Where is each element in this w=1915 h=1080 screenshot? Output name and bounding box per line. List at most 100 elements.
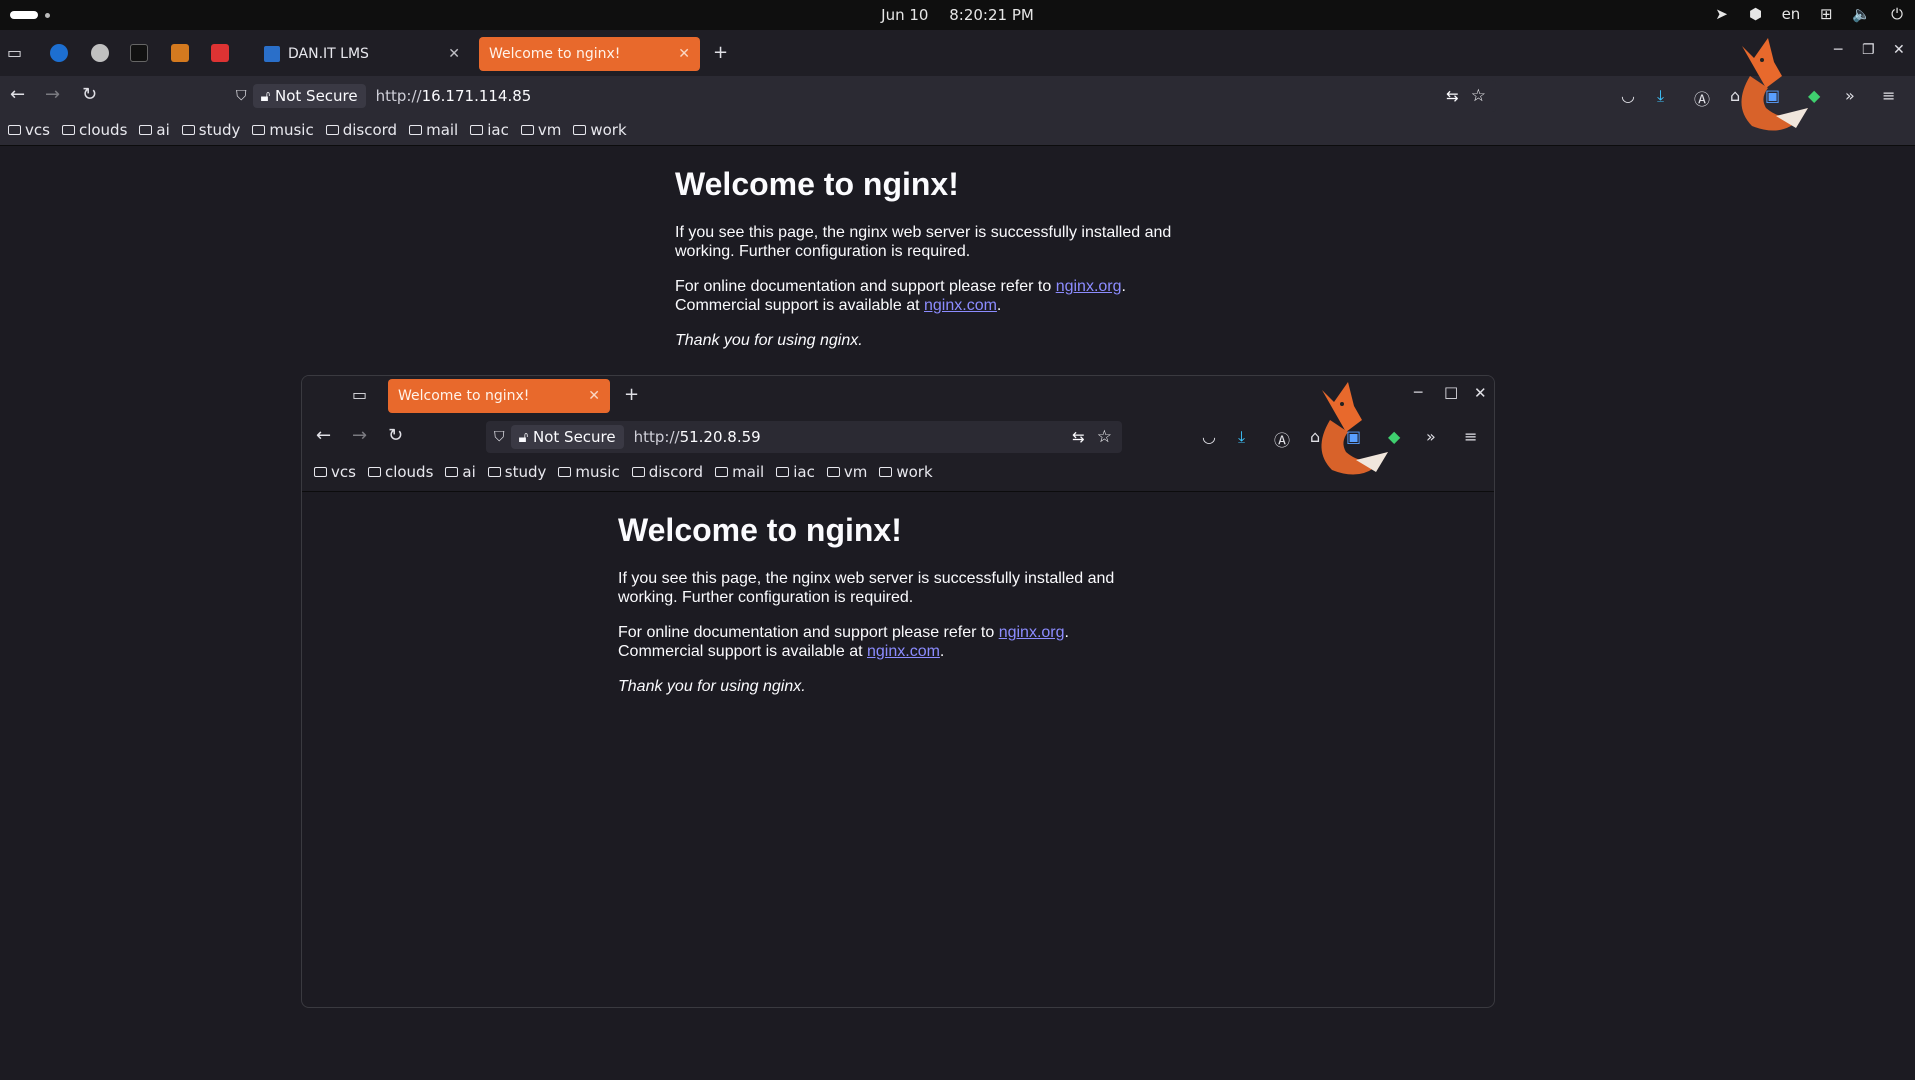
outer-url-bar[interactable]: ⛉ 🔓︎ Not Secure http://16.171.114.85 ⇆ ☆ [226,80,1496,112]
inner-url-bar[interactable]: ⛉ 🔓︎ Not Secure http://51.20.8.59 ⇆ ☆ [486,421,1122,453]
bookmark-star-icon[interactable]: ☆ [1097,427,1112,447]
bookmark-folder[interactable]: clouds [61,121,128,139]
hamburger-menu-icon[interactable]: ≡ [1464,427,1477,446]
bookmark-label: music [575,463,620,481]
nginx-org-link[interactable]: nginx.org [1056,278,1122,295]
pinned-tab-notion-icon[interactable] [130,44,148,62]
bookmark-folder[interactable]: clouds [367,463,433,481]
downloads-icon[interactable]: ⤓ [1238,427,1245,447]
forward-icon[interactable]: → [352,425,367,446]
nginx-com-link[interactable]: nginx.com [867,643,940,660]
new-tab-button[interactable]: + [624,384,639,405]
minimize-icon[interactable]: ─ [1414,385,1422,401]
not-secure-badge[interactable]: 🔓︎ Not Secure [252,84,366,108]
tab-overview-icon[interactable]: ▭ [352,385,367,404]
overflow-menu-icon[interactable]: » [1426,427,1436,446]
bookmark-folder[interactable]: work [879,463,933,481]
close-icon[interactable]: ✕ [678,46,690,62]
bookmark-label: study [504,463,547,481]
bookmark-folder[interactable]: work [573,121,627,139]
new-tab-button[interactable]: + [713,42,728,63]
vpn-icon[interactable]: ⬢ [1748,5,1764,23]
bookmark-label: vm [843,463,868,481]
close-window-icon[interactable]: ✕ [1474,384,1487,402]
hamburger-menu-icon[interactable]: ≡ [1882,86,1895,105]
page-title: Welcome to nginx! [675,166,959,202]
nginx-com-link[interactable]: nginx.com [924,297,997,314]
bookmark-folder[interactable]: vm [826,463,868,481]
bookmark-folder[interactable]: music [558,463,620,481]
thanks-paragraph: Thank you for using nginx. [618,677,1158,696]
bookmark-label: music [269,121,314,139]
tab-dan-it-lms[interactable]: DAN.IT LMS ✕ [254,37,470,71]
url-text[interactable]: http://16.171.114.85 [376,87,532,105]
pinned-tab-youtube-icon[interactable] [211,44,229,62]
inner-browser-window: ▭ Welcome to nginx! ✕ + ─ □ ✕ ← → ↻ ⛉ 🔓︎… [301,375,1495,1008]
bookmark-label: mail [732,463,765,481]
bookmark-folder[interactable]: study [181,121,240,139]
pinned-tab-docker-icon[interactable] [50,44,68,62]
not-secure-label: Not Secure [533,428,616,446]
nginx-org-link[interactable]: nginx.org [999,624,1065,641]
minimize-icon[interactable]: ─ [1834,42,1842,58]
bookmark-label: mail [426,121,459,139]
folder-icon [139,125,153,135]
downloads-icon[interactable]: ⤓ [1657,86,1664,106]
tab-overview-icon[interactable]: ▭ [7,43,22,62]
power-icon[interactable]: ⏻ [1889,5,1905,23]
forward-icon[interactable]: → [45,84,60,105]
bookmark-folder[interactable]: iac [776,463,815,481]
telegram-icon[interactable]: ➤ [1714,5,1730,23]
maximize-icon[interactable]: □ [1444,383,1458,401]
shield-icon[interactable]: ⛉ [494,429,505,445]
bookmark-folder[interactable]: mail [409,121,458,139]
bookmark-label: clouds [78,121,128,139]
bookmark-folder[interactable]: ai [139,121,170,139]
overflow-menu-icon[interactable]: » [1845,86,1855,105]
language-indicator[interactable]: en [1782,5,1801,23]
reload-icon[interactable]: ↻ [388,425,403,446]
folder-icon [325,125,339,135]
pinned-tab-github-icon[interactable] [91,44,109,62]
bookmark-folder[interactable]: vcs [8,121,50,139]
bookmark-label: vm [537,121,562,139]
network-icon[interactable]: ⊞ [1818,5,1834,23]
pocket-icon[interactable]: ◡ [1621,86,1635,105]
account-icon[interactable]: Ⓐ [1274,427,1290,451]
back-icon[interactable]: ← [10,84,25,105]
bookmark-label: work [590,121,627,139]
tab-label: Welcome to nginx! [398,388,530,404]
shield-icon[interactable]: ⛉ [236,88,247,104]
restore-icon[interactable]: ❐ [1862,42,1875,58]
bookmark-star-icon[interactable]: ☆ [1471,86,1486,106]
bookmark-folder[interactable]: music [252,121,314,139]
bookmark-folder[interactable]: vcs [314,463,356,481]
close-icon[interactable]: ✕ [588,388,600,404]
inner-tab-welcome-nginx[interactable]: Welcome to nginx! ✕ [388,379,610,413]
bookmark-label: iac [487,121,509,139]
folder-icon [520,125,534,135]
translate-icon[interactable]: ⇆ [1072,428,1085,446]
url-text[interactable]: http://51.20.8.59 [634,428,761,446]
volume-icon[interactable]: 🔈 [1852,5,1871,23]
close-window-icon[interactable]: ✕ [1893,42,1905,58]
account-icon[interactable]: Ⓐ [1694,86,1710,110]
close-icon[interactable]: ✕ [448,46,460,62]
bookmark-folder[interactable]: mail [715,463,764,481]
bookmark-folder[interactable]: vm [520,121,562,139]
bookmark-folder[interactable]: study [487,463,547,481]
tab-welcome-nginx-active[interactable]: Welcome to nginx! ✕ [479,37,700,71]
pinned-tab-app-icon[interactable] [171,44,189,62]
folder-icon [8,125,21,135]
reload-icon[interactable]: ↻ [82,84,97,105]
bookmark-folder[interactable]: discord [325,121,397,139]
back-icon[interactable]: ← [316,425,331,446]
not-secure-badge[interactable]: 🔓︎ Not Secure [510,425,624,449]
clock[interactable]: Jun 10 8:20:21 PM [0,6,1915,24]
pocket-icon[interactable]: ◡ [1202,427,1216,446]
translate-icon[interactable]: ⇆ [1446,87,1459,105]
bookmark-folder[interactable]: ai [445,463,476,481]
url-host: 16.171.114.85 [421,87,532,105]
bookmark-folder[interactable]: discord [631,463,703,481]
bookmark-folder[interactable]: iac [470,121,509,139]
